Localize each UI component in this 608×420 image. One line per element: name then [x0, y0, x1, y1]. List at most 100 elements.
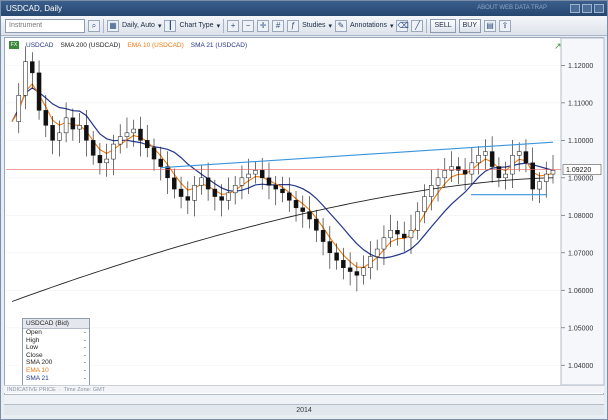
candle-body — [253, 170, 258, 175]
candle-body — [151, 147, 157, 160]
candle-body — [23, 61, 28, 96]
y-tick-label: 1.08000 — [568, 213, 593, 220]
candle-body — [273, 185, 278, 190]
fx-icon: FX — [9, 41, 19, 49]
candle-body — [543, 173, 549, 182]
candle-body — [489, 151, 495, 167]
y-tick-label: 1.06000 — [568, 288, 593, 295]
candle-body — [496, 166, 502, 179]
candle-body — [50, 125, 55, 141]
candle-body — [63, 117, 69, 134]
candle-body — [226, 192, 231, 201]
candle-body — [266, 177, 272, 186]
candle-body — [77, 125, 82, 130]
candle-body — [429, 185, 434, 197]
candle-body — [192, 185, 197, 201]
candle-body — [307, 211, 312, 220]
candle-body — [476, 155, 481, 164]
candle-body — [97, 155, 103, 164]
candle-body — [510, 155, 515, 175]
data-window-title: USDCAD (Bid) — [23, 319, 89, 329]
price-chart[interactable]: 1.12000 1.11000 1.10000 1.09000 1.08000 1.070… — [1, 1, 608, 420]
candle-body — [30, 61, 35, 74]
candle-body — [199, 177, 204, 186]
data-window-value: - — [83, 329, 86, 336]
y-tick-label: 1.09000 — [568, 175, 593, 182]
candle-body — [320, 230, 326, 242]
data-window-value: - — [83, 359, 86, 367]
data-window-label: Open — [26, 329, 42, 336]
y-tick-label: 1.11000 — [568, 100, 593, 107]
indicator-legend: FX USDCAD SMA 200 (USDCAD) EMA 10 (USDCA… — [9, 41, 247, 49]
y-tick-label: 1.12000 — [568, 63, 593, 70]
candle-body — [117, 136, 123, 145]
timezone-label: Time Zone: GMT — [63, 387, 106, 393]
legend-symbol[interactable]: USDCAD — [26, 42, 53, 49]
data-window-value: - — [83, 374, 86, 382]
candle-body — [36, 72, 42, 111]
candle-body — [178, 188, 184, 197]
y-tick-label: 1.04000 — [568, 363, 593, 370]
data-window-label: Low — [26, 344, 38, 352]
candle-body — [442, 170, 448, 179]
data-window-label: EMA 10 — [26, 366, 49, 374]
candle-body — [158, 158, 164, 167]
candle-body — [523, 151, 529, 164]
candle-body — [368, 256, 373, 269]
candle-body — [462, 170, 468, 175]
data-window-value: - — [83, 336, 86, 344]
data-window-row: SMA 200 - — [23, 359, 89, 367]
candle-body — [239, 177, 245, 186]
candle-body — [408, 230, 414, 239]
candle-body — [70, 117, 76, 130]
data-window-label: High — [26, 336, 40, 344]
candle-body — [361, 267, 366, 276]
candle-body — [422, 196, 427, 212]
candle-body — [516, 151, 522, 156]
y-tick-label: 1.05000 — [568, 325, 593, 332]
candle-body — [530, 162, 535, 190]
candle-body — [185, 196, 191, 201]
candle-body — [84, 125, 89, 141]
indicative-price-label: INDICATIVE PRICE — [7, 387, 56, 393]
candle-body — [57, 132, 62, 141]
trend-up-icon: ↗ — [554, 42, 562, 52]
legend-sma21[interactable]: SMA 21 (USDCAD) — [191, 42, 247, 49]
legend-sma200[interactable]: SMA 200 (USDCAD) — [60, 42, 120, 49]
candle-body — [435, 177, 441, 186]
current-price-label: 1.09220 — [566, 167, 591, 174]
candle-body — [347, 267, 353, 272]
candle-body — [483, 151, 488, 156]
candle-body — [145, 140, 150, 149]
y-tick-label: 1.07000 — [568, 250, 593, 257]
data-window-value: - — [83, 366, 86, 374]
y-tick-label: 1.10000 — [568, 138, 593, 145]
y-axis-panel — [560, 37, 605, 386]
candle-body — [293, 200, 299, 209]
footer-bar: INDICATIVE PRICE · Time Zone: GMT — [4, 385, 604, 393]
candle-body — [395, 230, 400, 235]
candle-body — [401, 233, 407, 239]
candle-body — [131, 128, 136, 134]
candle-body — [280, 188, 285, 194]
chart-window: USDCAD, Daily ABOUT WEB DATA TRAP ⌕ ▦ Da… — [0, 0, 608, 420]
candle-body — [374, 248, 380, 257]
data-window: USDCAD (Bid) Open - High - Low - Close - SMA 200… — [22, 318, 90, 386]
candle-body — [503, 173, 508, 179]
candle-body — [205, 177, 211, 190]
data-window-label: SMA 200 — [26, 359, 53, 367]
candle-body — [381, 237, 387, 250]
data-window-row: SMA 21 - — [23, 375, 89, 383]
candle-body — [124, 132, 130, 137]
legend-ema10[interactable]: EMA 10 (USDCAD) — [127, 42, 183, 49]
candle-body — [537, 181, 542, 190]
candle-body — [219, 196, 224, 201]
data-window-row: Open - — [23, 329, 89, 337]
candle-body — [415, 211, 420, 231]
data-window-value: - — [83, 351, 86, 359]
candle-body — [388, 230, 393, 239]
candle-body — [104, 158, 109, 164]
candle-body — [172, 177, 177, 190]
candle-body — [212, 188, 218, 197]
candle-body — [90, 140, 96, 156]
